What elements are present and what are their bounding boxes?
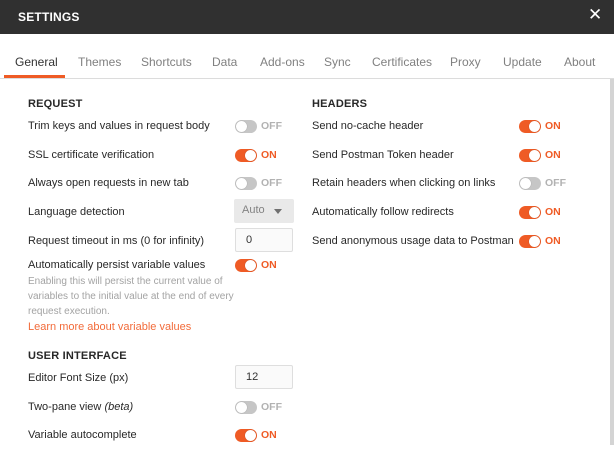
no-cache-label: Send no-cache header (312, 120, 424, 132)
open-new-tab-toggle[interactable]: OFF (235, 177, 295, 191)
request-heading: REQUEST (28, 98, 83, 110)
language-detection-value: Auto (242, 204, 265, 216)
open-new-tab-label: Always open requests in new tab (28, 177, 189, 189)
variable-autocomplete-toggle[interactable]: ON (235, 429, 295, 443)
follow-redirects-toggle[interactable]: ON (519, 206, 579, 220)
tab-update[interactable]: Update (503, 55, 542, 69)
retain-headers-label: Retain headers when clicking on links (312, 177, 496, 189)
toggle-knob (236, 402, 247, 413)
toggle-state: ON (545, 235, 561, 247)
close-icon[interactable]: ✕ (588, 6, 602, 23)
toggle-state: ON (545, 206, 561, 218)
timeout-label: Request timeout in ms (0 for infinity) (28, 235, 205, 247)
no-cache-toggle[interactable]: ON (519, 120, 579, 134)
tab-data[interactable]: Data (212, 55, 237, 69)
toggle-knob (245, 430, 256, 441)
tab-certificates[interactable]: Certificates (372, 55, 432, 69)
editor-font-size-label: Editor Font Size (px) (28, 372, 129, 384)
scrollbar[interactable] (610, 79, 614, 445)
toggle-knob (529, 121, 540, 132)
two-pane-toggle[interactable]: OFF (235, 401, 295, 415)
tab-add-ons[interactable]: Add-ons (260, 55, 305, 69)
trim-keys-label: Trim keys and values in request body (28, 120, 210, 132)
variable-autocomplete-label: Variable autocomplete (28, 429, 137, 441)
title-bar: SETTINGS ✕ (0, 0, 614, 34)
toggle-state: OFF (545, 177, 566, 189)
toggle-knob (245, 150, 256, 161)
toggle-state: ON (545, 120, 561, 132)
toggle-knob (529, 236, 540, 247)
toggle-knob (236, 121, 247, 132)
two-pane-label: Two-pane view (beta) (28, 401, 133, 413)
toggle-state: OFF (261, 120, 282, 132)
headers-heading: HEADERS (312, 98, 368, 110)
postman-token-toggle[interactable]: ON (519, 149, 579, 163)
toggle-state: ON (261, 429, 277, 441)
toggle-state: OFF (261, 401, 282, 413)
two-pane-label-text: Two-pane view (28, 401, 102, 413)
toggle-knob (236, 178, 247, 189)
toggle-knob (529, 207, 540, 218)
toggle-knob (245, 260, 256, 271)
follow-redirects-label: Automatically follow redirects (312, 206, 454, 218)
anonymous-usage-toggle[interactable]: ON (519, 235, 579, 249)
retain-headers-toggle[interactable]: OFF (519, 177, 579, 191)
beta-label: (beta) (104, 401, 134, 413)
chevron-down-icon (274, 209, 282, 214)
persist-variables-toggle[interactable]: ON (235, 259, 295, 273)
toggle-state: ON (545, 149, 561, 161)
tab-general[interactable]: General (15, 55, 58, 69)
user-interface-heading: USER INTERFACE (28, 350, 127, 362)
language-detection-select[interactable]: Auto (234, 199, 294, 223)
toggle-state: ON (261, 259, 277, 271)
ssl-verification-label: SSL certificate verification (28, 149, 155, 161)
toggle-state: OFF (261, 177, 282, 189)
tab-proxy[interactable]: Proxy (450, 55, 481, 69)
persist-variables-label: Automatically persist variable values (28, 259, 206, 271)
postman-token-label: Send Postman Token header (312, 149, 454, 161)
window-title: SETTINGS (18, 10, 80, 24)
editor-font-size-input[interactable]: 12 (235, 365, 293, 389)
active-tab-indicator (4, 75, 65, 78)
tab-sync[interactable]: Sync (324, 55, 351, 69)
toggle-knob (520, 178, 531, 189)
persist-variables-help: Enabling this will persist the current v… (28, 276, 234, 317)
ssl-verification-toggle[interactable]: ON (235, 149, 295, 163)
timeout-input[interactable]: 0 (235, 228, 293, 252)
settings-tabs: General Themes Shortcuts Data Add-ons Sy… (0, 34, 614, 79)
anonymous-usage-label: Send anonymous usage data to Postman (312, 235, 514, 247)
toggle-state: ON (261, 149, 277, 161)
trim-keys-toggle[interactable]: OFF (235, 120, 295, 134)
tab-shortcuts[interactable]: Shortcuts (141, 55, 192, 69)
tab-themes[interactable]: Themes (78, 55, 121, 69)
toggle-knob (529, 150, 540, 161)
variable-values-link[interactable]: Learn more about variable values (28, 321, 191, 333)
language-detection-label: Language detection (28, 206, 125, 218)
tab-about[interactable]: About (564, 55, 595, 69)
